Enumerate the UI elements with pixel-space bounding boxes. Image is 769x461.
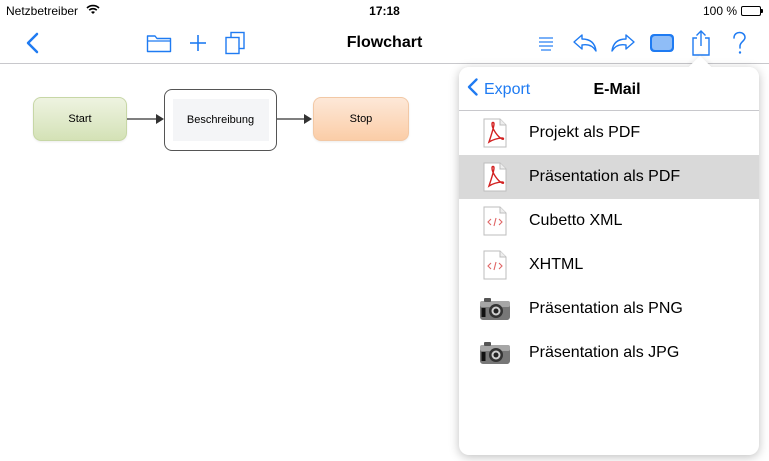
menu-item-praesentation-pdf[interactable]: Präsentation als PDF	[459, 155, 759, 199]
export-popover: Export E-Mail Projekt als PDF Präsentati…	[459, 55, 759, 455]
node-label: Beschreibung	[186, 114, 255, 126]
menu-item-label: Präsentation als PNG	[529, 300, 683, 317]
popover-title: E-Mail	[593, 81, 641, 98]
menu-item-label: Präsentation als PDF	[529, 168, 681, 185]
export-menu: Projekt als PDF Präsentation als PDF Cub…	[459, 111, 759, 375]
code-file-icon	[479, 205, 511, 237]
node-label: Stop	[349, 113, 373, 125]
connector-arrow	[127, 114, 164, 124]
clock: 17:18	[369, 4, 400, 18]
list-icon	[537, 35, 555, 51]
menu-item-label: XHTML	[529, 256, 584, 273]
connector-arrow	[277, 114, 312, 124]
menu-item-praesentation-png[interactable]: Präsentation als PNG	[459, 287, 759, 331]
pdf-icon	[479, 161, 511, 193]
undo-button[interactable]	[570, 28, 600, 58]
flowchart-node-stop[interactable]: Stop	[313, 97, 409, 141]
menu-item-label: Präsentation als JPG	[529, 344, 680, 361]
flowchart-node-start[interactable]: Start	[33, 97, 127, 141]
navigation-bar: Flowchart	[0, 22, 769, 64]
battery-percentage: 100 %	[702, 4, 737, 18]
help-button[interactable]	[724, 28, 754, 58]
help-icon	[731, 31, 747, 55]
menu-item-projekt-pdf[interactable]: Projekt als PDF	[459, 111, 759, 155]
pdf-icon	[479, 117, 511, 149]
node-label: Start	[68, 113, 92, 125]
menu-item-cubetto-xml[interactable]: Cubetto XML	[459, 199, 759, 243]
node-body: Beschreibung	[172, 99, 269, 141]
menu-item-xhtml[interactable]: XHTML	[459, 243, 759, 287]
fill-style-button[interactable]	[647, 28, 677, 58]
flowchart-node-description[interactable]: Beschreibung	[164, 89, 277, 151]
menu-item-label: Cubetto XML	[529, 212, 623, 229]
share-icon	[690, 29, 712, 57]
share-button[interactable]	[686, 28, 716, 58]
camera-icon	[479, 293, 511, 325]
camera-icon	[479, 337, 511, 369]
code-file-icon	[479, 249, 511, 281]
undo-icon	[571, 32, 599, 54]
popover-header: Export E-Mail	[459, 67, 759, 111]
menu-item-praesentation-jpg[interactable]: Präsentation als JPG	[459, 331, 759, 375]
menu-item-label: Projekt als PDF	[529, 124, 641, 141]
redo-button[interactable]	[608, 28, 638, 58]
fill-style-icon	[649, 33, 675, 53]
redo-icon	[609, 32, 637, 54]
battery-icon	[741, 6, 763, 16]
status-bar: Netzbetreiber 17:18 100 %	[0, 0, 769, 22]
list-button[interactable]	[531, 28, 561, 58]
